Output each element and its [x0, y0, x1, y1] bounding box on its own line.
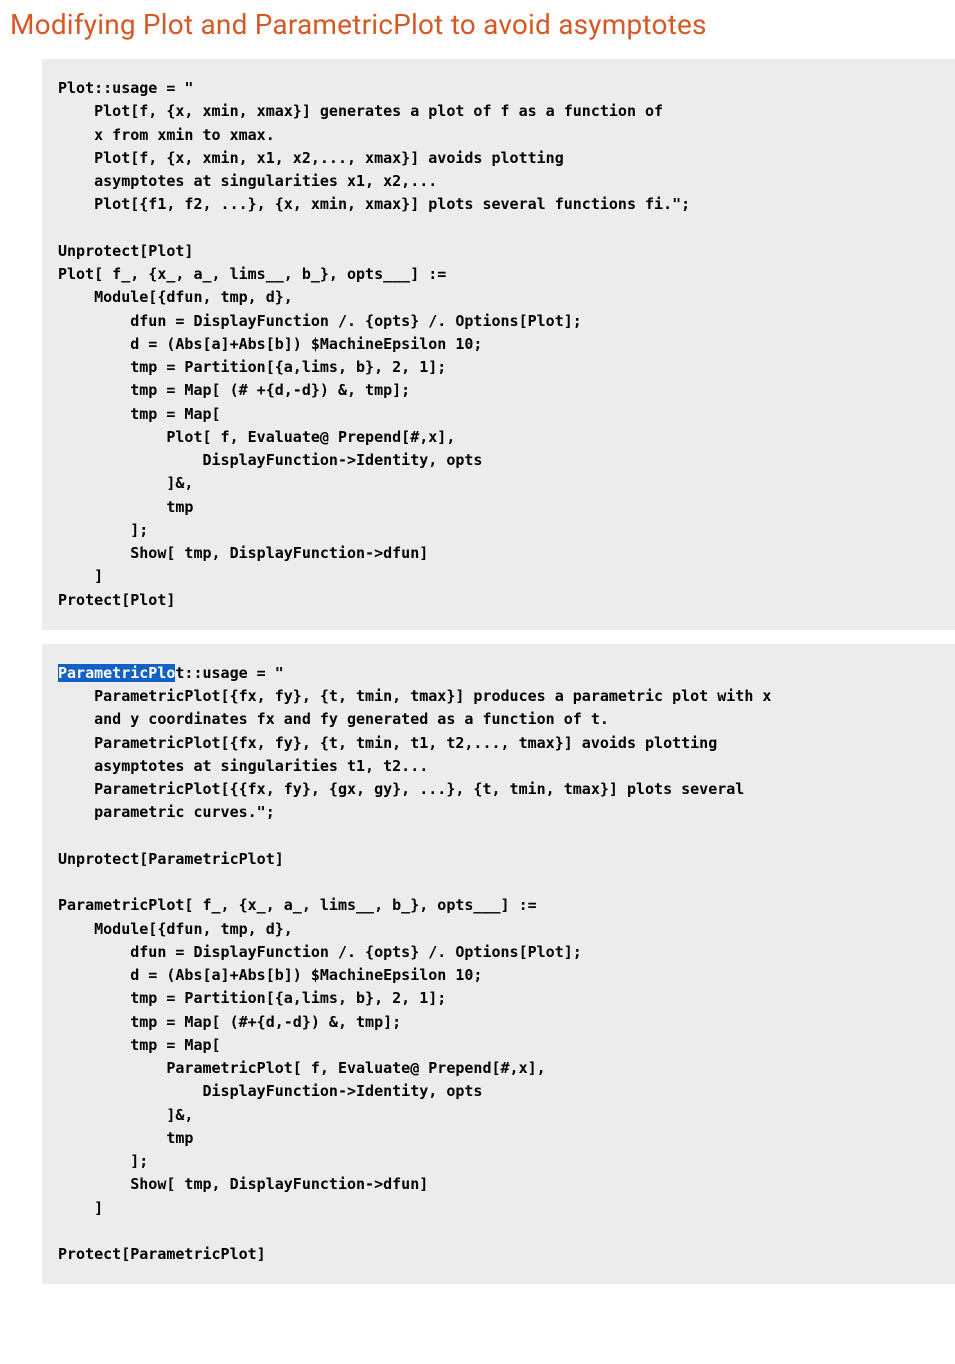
selection-highlight: ParametricPlo [58, 664, 175, 682]
code-block-plot: Plot::usage = " Plot[f, {x, xmin, xmax}]… [42, 59, 955, 630]
page-title: Modifying Plot and ParametricPlot to avo… [0, 0, 955, 59]
code-text: t::usage = " ParametricPlot[{fx, fy}, {t… [58, 664, 771, 1263]
code-block-parametricplot: ParametricPlot::usage = " ParametricPlot… [42, 644, 955, 1285]
